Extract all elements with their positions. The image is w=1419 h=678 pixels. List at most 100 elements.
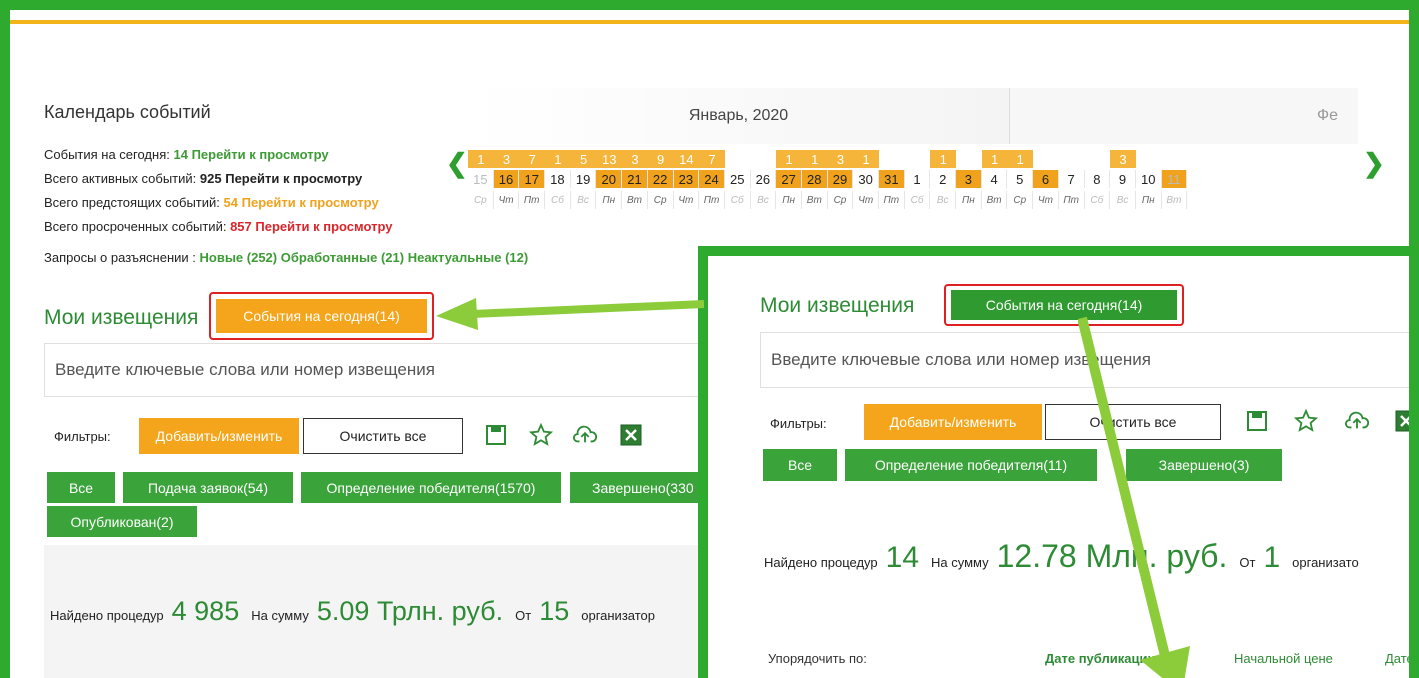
calendar-weekday-6: Вт — [622, 191, 648, 209]
calendar-prev-icon[interactable]: ❮ — [446, 148, 468, 179]
overlay-tab-all[interactable]: Все — [763, 449, 837, 481]
calendar-day-8[interactable]: 23 — [673, 170, 700, 188]
stat-today: События на сегодня: 14 Перейти к просмот… — [44, 147, 329, 162]
calendar-day-0[interactable]: 15 — [468, 170, 494, 188]
calendar-weekday-8: Чт — [674, 191, 700, 209]
calendar-weekday-19: Пн — [956, 191, 982, 209]
my-notices-title: Мои извещения — [44, 306, 199, 329]
sort-by-date-link[interactable]: Дате — [1385, 651, 1414, 666]
today-events-button[interactable]: События на сегодня(14) — [216, 299, 427, 333]
calendar-day-17[interactable]: 1 — [905, 170, 931, 188]
calendar-count-16 — [879, 150, 905, 168]
queries-new-link[interactable]: Новые (252) — [200, 250, 278, 265]
calendar-count-13: 1 — [801, 150, 828, 168]
calendar-weekday-26: Пн — [1136, 191, 1162, 209]
calendar-next-icon[interactable]: ❯ — [1363, 148, 1385, 179]
calendar-count-8: 14 — [673, 150, 700, 168]
stat-overdue: Всего просроченных событий: 857 Перейти … — [44, 219, 393, 234]
calendar-weekday-15: Чт — [853, 191, 879, 209]
calendar-count-9: 7 — [699, 150, 725, 168]
stat-upcoming-link[interactable]: Перейти к просмотру — [242, 195, 379, 210]
calendar-day-21[interactable]: 5 — [1007, 170, 1034, 188]
search-input[interactable]: Введите ключевые слова или номер извещен… — [44, 343, 704, 397]
calendar-day-14[interactable]: 29 — [827, 170, 854, 188]
tab-completed[interactable]: Завершено(330 — [570, 472, 710, 503]
calendar-day-10[interactable]: 25 — [725, 170, 751, 188]
calendar-count-2: 7 — [519, 150, 546, 168]
calendar-count-26 — [1136, 150, 1162, 168]
excel-icon[interactable] — [619, 423, 643, 447]
sort-label: Упорядочить по: — [768, 651, 867, 666]
calendar-day-19[interactable]: 3 — [956, 170, 982, 188]
calendar-day-18[interactable]: 2 — [930, 170, 957, 188]
calendar-weekday-3: Сб — [545, 191, 571, 209]
calendar-day-3[interactable]: 18 — [545, 170, 571, 188]
overlay-save-icon[interactable] — [1245, 409, 1269, 433]
calendar-day-16[interactable]: 31 — [879, 170, 905, 188]
calendar-weekday-22: Чт — [1033, 191, 1059, 209]
calendar-day-22[interactable]: 6 — [1033, 170, 1059, 188]
calendar-day-1[interactable]: 16 — [493, 170, 520, 188]
calendar-day-15[interactable]: 30 — [853, 170, 879, 188]
overlay-add-filter-button[interactable]: Добавить/изменить — [864, 404, 1042, 440]
star-icon[interactable] — [529, 423, 553, 447]
calendar-count-21: 1 — [1007, 150, 1034, 168]
zoomed-panel: Мои извещения События на сегодня(14) Вве… — [698, 246, 1419, 678]
calendar-day-4[interactable]: 19 — [571, 170, 597, 188]
calendar-month-current: Январь, 2020 — [468, 88, 1010, 144]
overlay-excel-icon[interactable] — [1394, 409, 1418, 433]
sum-value: 5.09 Трлн. руб. — [316, 596, 504, 626]
calendar-day-11[interactable]: 26 — [751, 170, 777, 188]
calendar-count-15: 1 — [853, 150, 879, 168]
calendar-weekday-2: Пт — [519, 191, 546, 209]
overlay-tab-winner[interactable]: Определение победителя(11) — [845, 449, 1097, 481]
calendar-day-13[interactable]: 28 — [801, 170, 828, 188]
calendar-count-7: 9 — [647, 150, 674, 168]
calendar-weekday-1: Чт — [494, 191, 520, 209]
calendar-count-20: 1 — [981, 150, 1008, 168]
calendar-day-9[interactable]: 24 — [699, 170, 725, 188]
calendar-day-27[interactable]: 11 — [1161, 170, 1188, 188]
calendar-count-0: 1 — [468, 150, 494, 168]
calendar-day-6[interactable]: 21 — [622, 170, 648, 188]
calendar-count-18: 1 — [930, 150, 957, 168]
calendar-count-11 — [751, 150, 777, 168]
stat-active: Всего активных событий: 925 Перейти к пр… — [44, 171, 363, 186]
overlay-star-icon[interactable] — [1294, 409, 1318, 433]
calendar-month-next: Фе — [1010, 88, 1358, 144]
add-filter-button[interactable]: Добавить/изменить — [139, 418, 299, 454]
stat-active-link[interactable]: Перейти к просмотру — [225, 171, 362, 186]
overlay-cloud-upload-icon[interactable] — [1345, 409, 1369, 433]
event-calendar: Январь, 2020 Фе 1 3 7 1 5 13 3 9 14 7 1 1 3 1 1 1 1 3 15 1… — [468, 88, 1358, 218]
queries-irrelevant-link[interactable]: Неактуальные (12) — [408, 250, 529, 265]
calendar-day-25[interactable]: 9 — [1110, 170, 1136, 188]
queries-processed-link[interactable]: Обработанные (21) — [281, 250, 404, 265]
calendar-count-3: 1 — [545, 150, 571, 168]
overlay-notices-title: Мои извещения — [760, 294, 915, 317]
tab-winner[interactable]: Определение победителя(1570) — [301, 472, 561, 503]
stat-overdue-link[interactable]: Перейти к просмотру — [255, 219, 392, 234]
tab-published[interactable]: Опубликован(2) — [47, 506, 197, 537]
calendar-weekday-9: Пт — [699, 191, 725, 209]
cloud-upload-icon[interactable] — [573, 423, 597, 447]
sort-by-price-link[interactable]: Начальной цене — [1234, 651, 1333, 666]
calendar-weekday-18: Вс — [930, 191, 957, 209]
tab-applications[interactable]: Подача заявок(54) — [123, 472, 293, 503]
calendar-day-12[interactable]: 27 — [776, 170, 802, 188]
calendar-day-7[interactable]: 22 — [647, 170, 674, 188]
clear-filters-button[interactable]: Очистить все — [303, 418, 463, 454]
calendar-day-5[interactable]: 20 — [596, 170, 623, 188]
calendar-count-25: 3 — [1110, 150, 1136, 168]
stat-today-link[interactable]: Перейти к просмотру — [192, 147, 329, 162]
tab-all[interactable]: Все — [47, 472, 115, 503]
calendar-count-6: 3 — [622, 150, 648, 168]
calendar-day-23[interactable]: 7 — [1059, 170, 1085, 188]
calendar-day-20[interactable]: 4 — [982, 170, 1008, 188]
calendar-day-24[interactable]: 8 — [1085, 170, 1111, 188]
save-icon[interactable] — [484, 423, 508, 447]
calendar-count-19 — [956, 150, 982, 168]
calendar-day-26[interactable]: 10 — [1136, 170, 1162, 188]
calendar-count-12: 1 — [776, 150, 802, 168]
top-accent-line — [10, 20, 1409, 24]
calendar-day-2[interactable]: 17 — [519, 170, 546, 188]
